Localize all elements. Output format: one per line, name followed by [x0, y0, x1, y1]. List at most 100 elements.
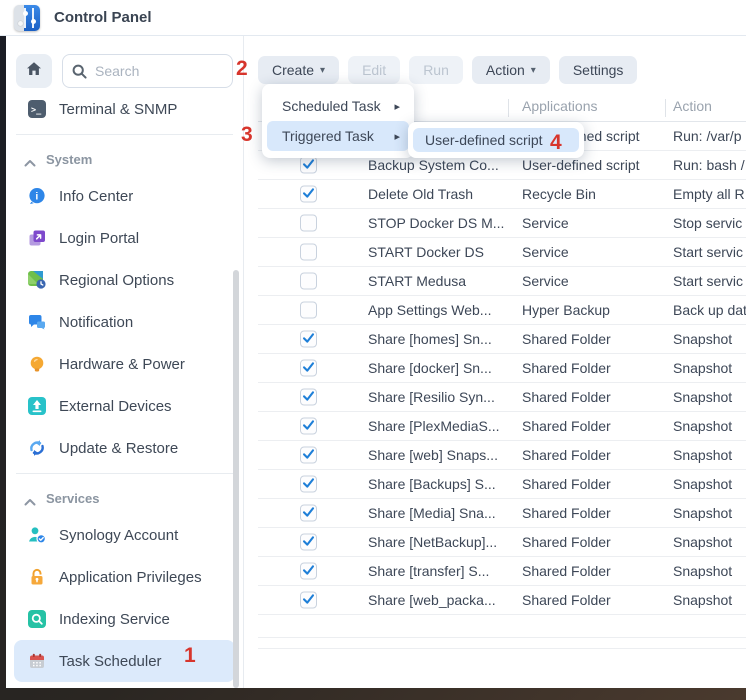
- sidebar-item-notification[interactable]: Notification: [14, 301, 235, 343]
- action-cell: Snapshot: [673, 418, 732, 434]
- desktop: Control Panel >_: [0, 0, 746, 700]
- row-checkbox[interactable]: [300, 505, 317, 522]
- edit-button[interactable]: Edit: [348, 56, 400, 84]
- create-button[interactable]: Create▾: [258, 56, 339, 84]
- sidebar-item-label: Hardware & Power: [59, 356, 185, 373]
- home-button[interactable]: [16, 54, 52, 88]
- sidebar-item-login-portal[interactable]: Login Portal: [14, 217, 235, 259]
- sidebar-item-regional-options[interactable]: Regional Options: [14, 259, 235, 301]
- section-header-system[interactable]: System: [6, 143, 243, 175]
- row-checkbox[interactable]: [300, 534, 317, 551]
- row-checkbox[interactable]: [300, 563, 317, 580]
- table-row[interactable]: STOP Docker DS M... Service Stop servic: [258, 209, 746, 238]
- row-checkbox[interactable]: [300, 360, 317, 377]
- search-box[interactable]: [62, 54, 233, 88]
- column-header-action[interactable]: Action: [673, 98, 712, 114]
- sidebar-item-update-restore[interactable]: Update & Restore: [14, 427, 235, 469]
- sidebar-item-task-scheduler[interactable]: Task Scheduler: [14, 640, 235, 682]
- action-cell: Snapshot: [673, 505, 732, 521]
- action-cell: Start servic: [673, 244, 743, 260]
- table-row[interactable]: Share [transfer] S... Shared Folder Snap…: [258, 557, 746, 586]
- sidebar-item-label: Info Center: [59, 188, 133, 205]
- table-row[interactable]: Share [homes] Sn... Shared Folder Snapsh…: [258, 325, 746, 354]
- section-label: System: [46, 152, 92, 167]
- application-cell: Shared Folder: [522, 563, 611, 579]
- application-cell: Service: [522, 244, 569, 260]
- sidebar-item-label: Indexing Service: [59, 611, 170, 628]
- row-checkbox[interactable]: [300, 273, 317, 290]
- row-checkbox[interactable]: [300, 186, 317, 203]
- table-row[interactable]: START Medusa Service Start servic: [258, 267, 746, 296]
- table-row[interactable]: Share [PlexMediaS... Shared Folder Snaps…: [258, 412, 746, 441]
- task-table: User-defined script Run: /var/p Backup S…: [244, 122, 746, 649]
- lightbulb-icon: [28, 355, 46, 373]
- sidebar-item-label: Login Portal: [59, 230, 139, 247]
- table-row[interactable]: Share [Resilio Syn... Shared Folder Snap…: [258, 383, 746, 412]
- caret-down-icon: ▾: [320, 65, 325, 76]
- task-name-cell: Share [transfer] S...: [368, 563, 489, 579]
- action-cell: Snapshot: [673, 331, 732, 347]
- sidebar-item-label: External Devices: [59, 398, 172, 415]
- chevron-up-icon: [24, 494, 36, 502]
- create-dropdown-menu: Scheduled Task ▸ Triggered Task ▸: [262, 84, 414, 158]
- table-row[interactable]: Share [web] Snaps... Shared Folder Snaps…: [258, 441, 746, 470]
- row-checkbox[interactable]: [300, 476, 317, 493]
- table-row[interactable]: Share [Backups] S... Shared Folder Snaps…: [258, 470, 746, 499]
- menu-item-scheduled-task[interactable]: Scheduled Task ▸: [267, 91, 409, 121]
- action-cell: Snapshot: [673, 592, 732, 608]
- table-row[interactable]: Share [Media] Sna... Shared Folder Snaps…: [258, 499, 746, 528]
- task-name-cell: Share [Backups] S...: [368, 476, 496, 492]
- sidebar-item-indexing-service[interactable]: Indexing Service: [14, 598, 235, 640]
- row-checkbox[interactable]: [300, 331, 317, 348]
- task-name-cell: Share [homes] Sn...: [368, 331, 492, 347]
- row-checkbox[interactable]: [300, 389, 317, 406]
- application-cell: Shared Folder: [522, 534, 611, 550]
- row-checkbox[interactable]: [300, 157, 317, 174]
- action-cell: Stop servic: [673, 215, 742, 231]
- sidebar-item-info-center[interactable]: i Info Center: [14, 175, 235, 217]
- table-row[interactable]: Share [docker] Sn... Shared Folder Snaps…: [258, 354, 746, 383]
- sidebar-item-label: Regional Options: [59, 272, 174, 289]
- application-cell: Shared Folder: [522, 476, 611, 492]
- search-input[interactable]: [95, 63, 224, 79]
- row-checkbox[interactable]: [300, 302, 317, 319]
- action-button[interactable]: Action▾: [472, 56, 550, 84]
- table-row[interactable]: START Docker DS Service Start servic: [258, 238, 746, 267]
- run-button[interactable]: Run: [409, 56, 463, 84]
- row-checkbox[interactable]: [300, 418, 317, 435]
- table-row[interactable]: Delete Old Trash Recycle Bin Empty all R: [258, 180, 746, 209]
- sidebar-item-application-privileges[interactable]: Application Privileges: [14, 556, 235, 598]
- empty-row: [258, 615, 746, 638]
- column-header-applications[interactable]: Applications: [522, 98, 598, 114]
- caret-down-icon: ▾: [531, 65, 536, 76]
- section-header-services[interactable]: Services: [6, 482, 243, 514]
- table-row[interactable]: Share [NetBackup]... Shared Folder Snaps…: [258, 528, 746, 557]
- application-cell: Shared Folder: [522, 360, 611, 376]
- row-checkbox[interactable]: [300, 244, 317, 261]
- sidebar-item-terminal-snmp[interactable]: >_ Terminal & SNMP: [14, 88, 235, 130]
- sidebar-scrollbar[interactable]: [233, 270, 239, 688]
- task-name-cell: App Settings Web...: [368, 302, 491, 318]
- sidebar-item-synology-account[interactable]: Synology Account: [14, 514, 235, 556]
- lock-icon: [28, 568, 46, 586]
- step-annotation-3: 3: [241, 124, 253, 145]
- regional-options-icon: [28, 271, 46, 289]
- external-devices-icon: [28, 397, 46, 415]
- row-checkbox[interactable]: [300, 592, 317, 609]
- row-checkbox[interactable]: [300, 215, 317, 232]
- sidebar-item-label: Application Privileges: [59, 569, 202, 586]
- sidebar-item-label: Synology Account: [59, 527, 178, 544]
- sidebar-item-external-devices[interactable]: External Devices: [14, 385, 235, 427]
- step-annotation-1: 1: [184, 645, 196, 666]
- sidebar-item-hardware-power[interactable]: Hardware & Power: [14, 343, 235, 385]
- settings-button[interactable]: Settings: [559, 56, 638, 84]
- menu-item-triggered-task[interactable]: Triggered Task ▸: [267, 121, 409, 151]
- table-row[interactable]: Share [web_packa... Shared Folder Snapsh…: [258, 586, 746, 615]
- toolbar: Create▾ Edit Run Action▾ Settings: [244, 36, 746, 84]
- notification-icon: [28, 313, 46, 331]
- application-cell: Recycle Bin: [522, 186, 596, 202]
- row-checkbox[interactable]: [300, 447, 317, 464]
- table-row[interactable]: App Settings Web... Hyper Backup Back up…: [258, 296, 746, 325]
- application-cell: User-defined script: [522, 157, 640, 173]
- svg-text:>_: >_: [31, 106, 42, 116]
